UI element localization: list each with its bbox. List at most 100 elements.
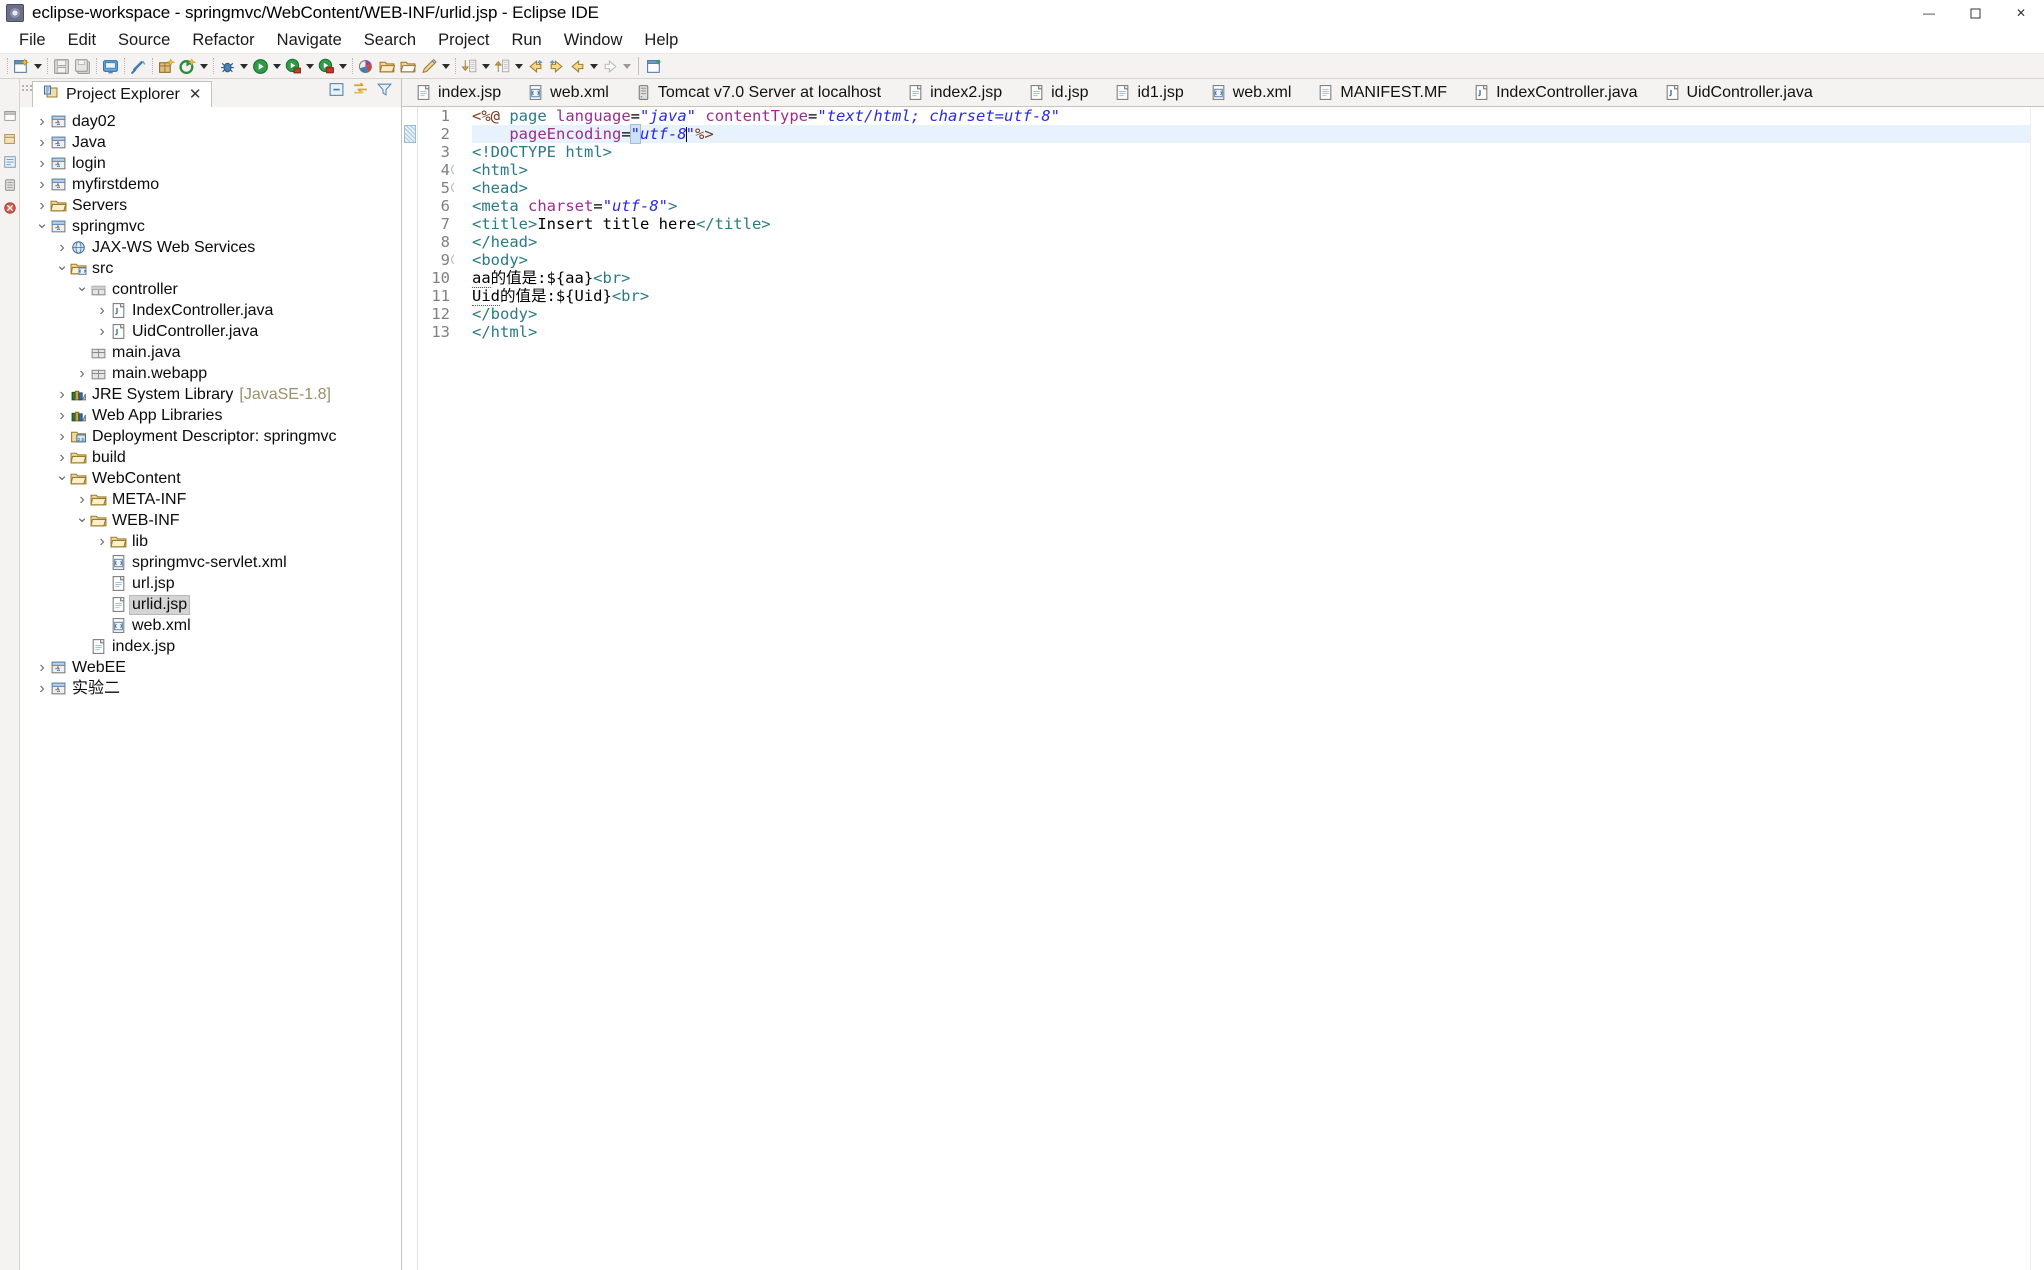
menu-run[interactable]: Run (500, 29, 552, 52)
tree-item[interactable]: ⌄ WebContent (20, 468, 401, 489)
chevron-right-icon[interactable]: › (34, 134, 50, 151)
tree-item[interactable]: › build (20, 447, 401, 468)
chevron-right-icon[interactable]: › (54, 407, 70, 424)
back-arrow-icon[interactable] (567, 55, 588, 77)
editor-tab[interactable]: UidController.java (1650, 79, 1826, 106)
debug-dropdown-arrow[interactable] (238, 55, 250, 77)
run-server-icon[interactable] (283, 55, 304, 77)
menu-edit[interactable]: Edit (57, 29, 107, 52)
new-java-project-icon[interactable] (177, 55, 198, 77)
coverage-icon[interactable] (356, 55, 377, 77)
previous-annotation-icon[interactable] (492, 55, 513, 77)
editor-marker-gutter[interactable] (402, 107, 418, 1270)
tree-item[interactable]: › day02 (20, 111, 401, 132)
menu-navigate[interactable]: Navigate (266, 29, 353, 52)
tree-item[interactable]: ⌄ controller (20, 279, 401, 300)
menu-help[interactable]: Help (633, 29, 689, 52)
tree-item[interactable]: › JRE System Library [JavaSE-1.8] (20, 384, 401, 405)
run-icon[interactable] (250, 55, 271, 77)
tree-item[interactable]: ⌄ springmvc (20, 216, 401, 237)
chevron-down-icon[interactable]: ⌄ (54, 258, 70, 277)
link-broken-icon[interactable] (128, 55, 149, 77)
new-editor-icon[interactable] (644, 55, 665, 77)
minimize-button[interactable]: — (1906, 0, 1952, 26)
tree-item[interactable]: › WebEE (20, 657, 401, 678)
outline-view-icon[interactable] (3, 155, 17, 169)
back-history-icon[interactable] (525, 55, 546, 77)
tree-item[interactable]: url.jsp (20, 573, 401, 594)
servers-view-icon[interactable] (3, 178, 17, 192)
tree-item[interactable]: › Web App Libraries (20, 405, 401, 426)
back-arrow-dropdown[interactable] (588, 55, 600, 77)
chevron-right-icon[interactable]: › (34, 176, 50, 193)
view-menu-filter-icon[interactable] (376, 81, 393, 103)
chevron-right-icon[interactable]: › (34, 155, 50, 172)
tree-item[interactable]: › Java (20, 132, 401, 153)
close-icon[interactable]: ✕ (187, 87, 204, 102)
editor-tab[interactable]: web.xml (514, 79, 622, 106)
tab-project-explorer[interactable]: Project Explorer ✕ (32, 81, 213, 107)
tree-item[interactable]: › lib (20, 531, 401, 552)
chevron-right-icon[interactable]: › (34, 197, 50, 214)
editor-tab[interactable]: id1.jsp (1101, 79, 1197, 106)
chevron-right-icon[interactable]: › (54, 239, 70, 256)
new-package-icon[interactable] (156, 55, 177, 77)
tree-item[interactable]: › main.webapp (20, 363, 401, 384)
chevron-right-icon[interactable]: › (54, 449, 70, 466)
tree-item[interactable]: › IndexController.java (20, 300, 401, 321)
stop-server-icon[interactable] (316, 55, 337, 77)
tree-item[interactable]: › JAX-WS Web Services (20, 237, 401, 258)
tree-item[interactable]: › UidController.java (20, 321, 401, 342)
chevron-right-icon[interactable]: › (34, 659, 50, 676)
forward-arrow-icon[interactable] (600, 55, 621, 77)
editor-tab[interactable]: Tomcat v7.0 Server at localhost (621, 79, 895, 106)
menu-window[interactable]: Window (553, 29, 634, 52)
chevron-right-icon[interactable]: › (94, 533, 110, 550)
package-explorer-icon[interactable] (3, 132, 17, 146)
tree-item[interactable]: web.xml (20, 615, 401, 636)
problems-view-icon[interactable] (3, 201, 17, 215)
project-tree[interactable]: › day02 › Java › login › myfirstdemo › Servers ⌄ sp… (20, 107, 401, 1256)
tree-item[interactable]: main.java (20, 342, 401, 363)
run-server-dropdown-arrow[interactable] (304, 55, 316, 77)
tree-item[interactable]: › 实验二 (20, 678, 401, 699)
chevron-down-icon[interactable]: ⌄ (74, 279, 90, 298)
link-with-editor-icon[interactable] (352, 81, 369, 103)
editor-tab[interactable]: web.xml (1196, 79, 1305, 106)
tree-item[interactable]: › 2.5 Deployment Descriptor: springmvc (20, 426, 401, 447)
stop-server-dropdown-arrow[interactable] (337, 55, 349, 77)
tree-item[interactable]: › META-INF (20, 489, 401, 510)
source-code[interactable]: <%@ page language="java" contentType="te… (454, 107, 2030, 1270)
open-folder-icon[interactable] (377, 55, 398, 77)
editor-tab[interactable]: MANIFEST.MF (1304, 79, 1461, 106)
new-dropdown-arrow[interactable] (32, 55, 44, 77)
menu-project[interactable]: Project (427, 29, 500, 52)
print-icon[interactable] (100, 55, 121, 77)
restore-view-icon[interactable] (3, 109, 17, 123)
editor-tab[interactable]: id.jsp (1015, 79, 1102, 106)
tree-item[interactable]: › Servers (20, 195, 401, 216)
previous-annotation-dropdown-arrow[interactable] (513, 55, 525, 77)
chevron-down-icon[interactable]: ⌄ (54, 468, 70, 487)
pencil-edit-icon[interactable] (419, 55, 440, 77)
debug-icon[interactable] (217, 55, 238, 77)
collapse-all-icon[interactable] (328, 81, 345, 103)
tree-item-selected[interactable]: urlid.jsp (20, 594, 401, 615)
chevron-down-icon[interactable]: ⌄ (34, 216, 50, 235)
run-dropdown-arrow[interactable] (271, 55, 283, 77)
new-java-dropdown-arrow[interactable] (198, 55, 210, 77)
open-type-icon[interactable] (398, 55, 419, 77)
tree-item[interactable]: springmvc-servlet.xml (20, 552, 401, 573)
menu-source[interactable]: Source (107, 29, 181, 52)
forward-arrow-dropdown[interactable] (621, 55, 633, 77)
menu-refactor[interactable]: Refactor (181, 29, 265, 52)
menu-file[interactable]: File (8, 29, 57, 52)
tree-item[interactable]: ⌄ src (20, 258, 401, 279)
close-button[interactable]: ✕ (1998, 0, 2044, 26)
chevron-right-icon[interactable]: › (34, 680, 50, 697)
tree-item[interactable]: ⌄ WEB-INF (20, 510, 401, 531)
chevron-right-icon[interactable]: › (54, 386, 70, 403)
editor-tab[interactable]: index.jsp (402, 79, 515, 106)
next-annotation-dropdown-arrow[interactable] (480, 55, 492, 77)
chevron-right-icon[interactable]: › (34, 113, 50, 130)
